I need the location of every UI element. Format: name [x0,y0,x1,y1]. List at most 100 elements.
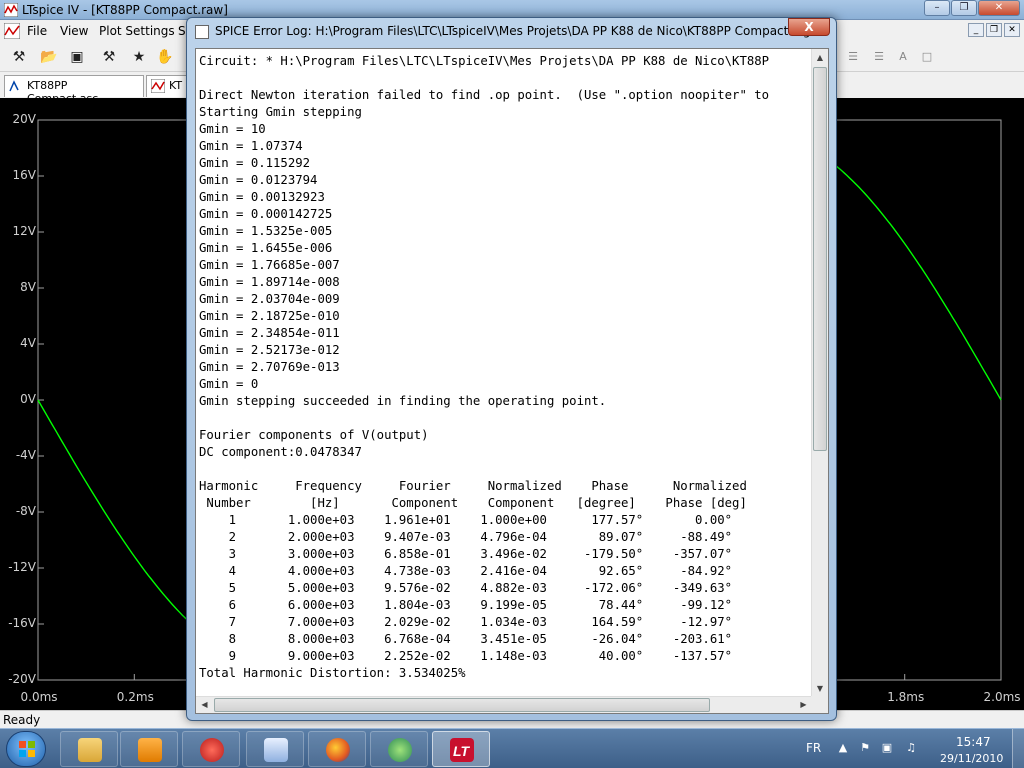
halt-icon[interactable]: ✋ [156,48,174,66]
schematic-icon [9,80,19,92]
ltspice-icon: LT [450,738,474,762]
log-line: Direct Newton iteration failed to find .… [199,88,770,102]
maximize-button[interactable]: ❐ [951,0,977,16]
taskbar-firefox[interactable] [308,731,366,767]
log-line: 7 7.000e+03 2.029e-02 1.034e-03 164.59° … [199,615,733,629]
horizontal-scroll-thumb[interactable] [214,698,710,712]
action-center-flag-icon[interactable]: ⚑ [858,741,872,755]
control-panel-icon[interactable]: ⚒ [100,48,118,66]
paint-icon [200,738,224,762]
scroll-corner [811,696,828,713]
tab-waveform-label: KT [169,79,183,92]
scroll-left-arrow-icon[interactable]: ◀ [196,697,213,713]
x-tick-label: 0.0ms [20,690,58,704]
child-minimize-button[interactable]: _ [968,23,984,37]
log-line: Total Harmonic Distortion: 3.534025% [199,666,466,680]
x-tick-label: 1.8ms [887,690,925,704]
log-line: Gmin = 2.70769e-013 [199,360,340,374]
dialog-close-button[interactable]: X [788,18,830,36]
log-line: Gmin = 2.34854e-011 [199,326,340,340]
taskbar-media-player[interactable] [120,731,178,767]
menu-plot-settings[interactable]: Plot Settings [99,24,175,38]
media-player-icon [138,738,162,762]
x-tick-label: 0.2ms [116,690,154,704]
scroll-up-arrow-icon[interactable]: ▲ [812,49,828,66]
document-icon [195,25,209,39]
scroll-right-arrow-icon[interactable]: ▶ [795,697,812,713]
taskbar-ltspice[interactable]: LT [432,731,490,767]
main-window-title: LTspice IV - [KT88PP Compact.raw] [22,3,228,17]
y-tick-label: 4V [20,336,36,350]
log-line: Gmin = 1.89714e-008 [199,275,340,289]
y-tick-label: -8V [15,504,36,518]
log-line: Gmin = 10 [199,122,266,136]
plot-window-icon[interactable] [4,23,20,39]
control-panel-icon [264,738,288,762]
open-file-icon[interactable]: 📂 [40,48,58,66]
log-line: Gmin = 1.07374 [199,139,303,153]
dialog-titlebar[interactable]: SPICE Error Log: H:\Program Files\LTC\LT… [187,18,836,46]
horizontal-scrollbar[interactable]: ◀ ▶ [196,696,812,713]
log-line: 1 1.000e+03 1.961e+01 1.000e+00 177.57° … [199,513,733,527]
y-tick-label: 20V [12,112,36,126]
y-tick-label: -16V [8,616,36,630]
volume-icon[interactable]: ♫ [904,741,918,755]
tab-waveform[interactable]: KT [146,75,190,97]
log-line: 2 2.000e+03 9.407e-03 4.796e-04 89.07° -… [199,530,733,544]
y-tick-label: -20V [8,672,36,686]
rotate-icon[interactable]: ☰ [870,48,888,66]
menu-view[interactable]: View [60,24,88,38]
log-line: Gmin = 1.5325e-005 [199,224,333,238]
spice-error-log-dialog: SPICE Error Log: H:\Program Files\LTC\LT… [186,17,837,721]
taskbar-control-panel[interactable] [246,731,304,767]
y-tick-label: -4V [15,448,36,462]
y-tick-label: 0V [20,392,36,406]
taskbar-messenger[interactable] [370,731,428,767]
show-desktop-button[interactable] [1012,729,1024,768]
mirror-icon[interactable]: ☰ [844,48,862,66]
save-icon[interactable]: ▣ [68,48,86,66]
log-line: Circuit: * H:\Program Files\LTC\LTspiceI… [199,54,770,68]
network-icon[interactable]: ▣ [880,741,894,755]
log-line: 4 4.000e+03 4.738e-03 2.416e-04 92.65° -… [199,564,733,578]
log-line: 5 5.000e+03 9.576e-02 4.882e-03 -172.06°… [199,581,733,595]
menu-file[interactable]: File [27,24,47,38]
vertical-scrollbar[interactable]: ▲ ▼ [811,49,828,697]
waveform-icon [151,79,165,93]
tab-schematic[interactable]: KT88PP Compact.asc [4,75,144,105]
log-line: Fourier components of V(output) [199,428,429,442]
run-icon[interactable]: ★ [130,48,148,66]
scroll-down-arrow-icon[interactable]: ▼ [812,680,828,697]
log-line: 3 3.000e+03 6.858e-01 3.496e-02 -179.50°… [199,547,733,561]
spice-directive-icon[interactable]: □ [918,48,936,66]
clock-time[interactable]: 15:47 [956,735,991,749]
messenger-icon [388,738,412,762]
tray-expand-icon[interactable]: ▲ [836,741,850,755]
vertical-scroll-thumb[interactable] [813,67,827,451]
windows-logo-icon [19,741,35,757]
log-text-area[interactable]: Circuit: * H:\Program Files\LTC\LTspiceI… [195,48,829,714]
log-line: Gmin = 1.6455e-006 [199,241,333,255]
taskbar-paint[interactable] [182,731,240,767]
log-text[interactable]: Circuit: * H:\Program Files\LTC\LTspiceI… [199,53,813,695]
child-close-button[interactable]: ✕ [1004,23,1020,37]
dialog-title: SPICE Error Log: H:\Program Files\LTC\LT… [215,24,811,38]
log-line: Gmin = 0.115292 [199,156,311,170]
log-line: Gmin = 2.18725e-010 [199,309,340,323]
open-icon[interactable]: ⚒ [10,48,28,66]
taskbar-explorer[interactable] [60,731,118,767]
clock-date[interactable]: 29/11/2010 [940,752,1003,765]
log-line: Gmin = 2.52173e-012 [199,343,340,357]
language-indicator[interactable]: FR [806,741,821,755]
minimize-button[interactable]: – [924,0,950,16]
status-text: Ready [3,713,41,727]
start-button[interactable] [6,731,46,767]
y-tick-label: 12V [12,224,36,238]
text-icon[interactable]: A [894,48,912,66]
close-button[interactable]: ✕ [978,0,1020,16]
menu-simulate[interactable]: S [178,24,186,38]
taskbar: LT FR ▲ ⚑ ▣ ♫ 15:47 29/11/2010 [0,728,1024,768]
child-restore-button[interactable]: ❐ [986,23,1002,37]
